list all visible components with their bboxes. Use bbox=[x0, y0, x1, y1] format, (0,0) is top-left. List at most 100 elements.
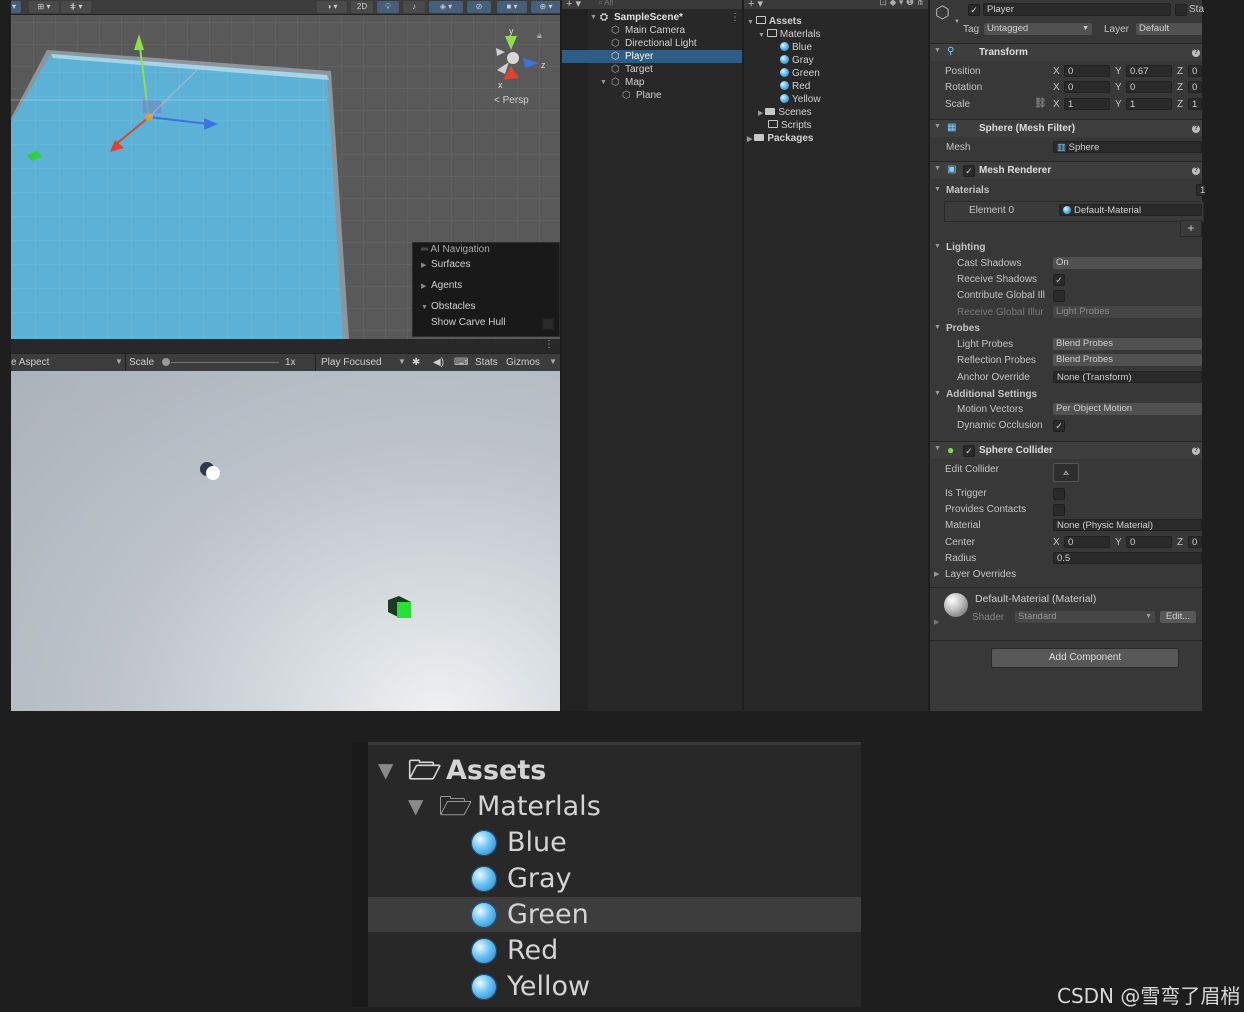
position-y-field[interactable]: 0.67 bbox=[1126, 65, 1172, 77]
aspect-dropdown[interactable]: e Aspect bbox=[11, 357, 49, 368]
zoom-materials-folder[interactable]: ▼ 🗁︎ Materlals bbox=[368, 789, 861, 824]
lighting-toggle-icon[interactable]: 💡︎ bbox=[377, 1, 399, 13]
add-component-button[interactable]: Add Component bbox=[991, 648, 1179, 668]
stats-button[interactable]: Stats bbox=[475, 357, 498, 368]
add-element-button[interactable]: + bbox=[1180, 220, 1202, 237]
scene-menu-icon[interactable]: ⋮ bbox=[730, 11, 740, 24]
view-options-dropdown[interactable]: ◑ ▾ bbox=[317, 1, 347, 13]
draw-mode-dropdown[interactable]: ⊞ ▾ bbox=[29, 1, 59, 13]
more-options-icon[interactable]: ⋮ bbox=[544, 339, 554, 350]
zoom-assets-folder[interactable]: ▼ 🗁︎ Assets bbox=[368, 753, 861, 788]
rotation-y-field[interactable]: 0 bbox=[1126, 81, 1172, 93]
scale-slider-handle[interactable] bbox=[162, 358, 170, 366]
gizmos-chevron-icon[interactable]: ▼ bbox=[549, 357, 557, 366]
audio-toggle-icon[interactable]: ♪ bbox=[403, 1, 425, 13]
position-z-field[interactable]: 0 bbox=[1188, 65, 1202, 77]
packages-folder[interactable]: ▶ Packages bbox=[747, 132, 813, 145]
additional-settings-foldout[interactable]: Additional Settings bbox=[946, 389, 1037, 400]
element0-field[interactable]: Default-Material bbox=[1059, 204, 1202, 216]
help-icon[interactable]: ? bbox=[1192, 447, 1200, 455]
zoom-material-gray[interactable]: Gray bbox=[368, 861, 861, 896]
active-checkbox[interactable]: ✓ bbox=[968, 4, 980, 16]
gizmos-dropdown-icon[interactable]: ⊕ ▾ bbox=[531, 1, 560, 13]
tool-button[interactable]: ▾ bbox=[11, 1, 21, 13]
edit-shader-button[interactable]: Edit... bbox=[1160, 611, 1196, 623]
static-checkbox[interactable] bbox=[1175, 4, 1187, 16]
2d-toggle[interactable]: 2D bbox=[351, 1, 373, 13]
gizmos-button[interactable]: Gizmos bbox=[506, 357, 540, 368]
scale-slider[interactable] bbox=[171, 362, 279, 363]
physic-material-field[interactable]: None (Physic Material) bbox=[1053, 519, 1202, 531]
center-y-field[interactable]: 0 bbox=[1126, 536, 1172, 548]
camera-dropdown-icon[interactable]: ■ ▾ bbox=[497, 1, 527, 13]
radius-field[interactable]: 0.5 bbox=[1053, 552, 1202, 564]
keyboard-icon[interactable]: ⌨ bbox=[454, 357, 468, 368]
sphere-collider-enabled-checkbox[interactable]: ✓ bbox=[963, 445, 975, 457]
scenes-folder[interactable]: ▶ Scenes bbox=[758, 106, 812, 119]
contribute-gi-checkbox[interactable] bbox=[1053, 290, 1065, 302]
material-blue[interactable]: Blue bbox=[780, 41, 812, 54]
cast-shadows-dropdown[interactable]: On bbox=[1053, 257, 1202, 269]
scale-z-field[interactable]: 1 bbox=[1188, 98, 1202, 110]
shader-dropdown[interactable]: Standard ▼ bbox=[1015, 611, 1155, 623]
motion-vectors-dropdown[interactable]: Per Object Motion bbox=[1053, 403, 1202, 415]
zoom-material-green[interactable]: Green bbox=[368, 897, 861, 932]
rotation-x-field[interactable]: 0 bbox=[1064, 81, 1110, 93]
mesh-filter-header[interactable]: ▼ ▦ Sphere (Mesh Filter) ? bbox=[930, 119, 1202, 137]
zoom-material-red[interactable]: Red bbox=[368, 933, 861, 968]
probes-foldout[interactable]: Probes bbox=[946, 323, 980, 334]
materials-folder[interactable]: ▼ Materlals bbox=[758, 28, 820, 41]
grid-dropdown[interactable]: ⋕ ▾ bbox=[61, 1, 91, 13]
anchor-override-field[interactable]: None (Transform) bbox=[1053, 371, 1202, 383]
zoom-material-blue[interactable]: Blue bbox=[368, 825, 861, 860]
show-carve-hull-checkbox[interactable] bbox=[542, 318, 554, 330]
bug-icon[interactable]: ✱ bbox=[412, 357, 420, 368]
dynamic-occlusion-checkbox[interactable]: ✓ bbox=[1053, 420, 1065, 432]
create-icon[interactable]: + ▾ bbox=[748, 0, 763, 10]
sphere-collider-header[interactable]: ▼ ● ✓ Sphere Collider ? bbox=[930, 441, 1202, 459]
material-gray[interactable]: Gray bbox=[780, 54, 814, 67]
play-focused-chevron-icon[interactable]: ▼ bbox=[398, 357, 406, 366]
ai-agents-item[interactable]: ▶ Agents bbox=[421, 280, 462, 291]
provides-contacts-checkbox[interactable] bbox=[1053, 504, 1065, 516]
hierarchy-item-target[interactable]: ⬡ Target bbox=[562, 63, 742, 76]
scene-root-row[interactable]: ▼ ⛭ SampleScene* ⋮ bbox=[562, 11, 742, 24]
object-name-field[interactable]: Player bbox=[983, 3, 1171, 16]
help-icon[interactable]: ? bbox=[1192, 49, 1200, 57]
tag-dropdown[interactable]: Untagged ▼ bbox=[984, 23, 1092, 35]
help-icon[interactable]: ? bbox=[1192, 167, 1200, 175]
scale-y-field[interactable]: 1 bbox=[1126, 98, 1172, 110]
material-yellow[interactable]: Yellow bbox=[780, 93, 821, 106]
mute-audio-icon[interactable]: ◀) bbox=[433, 357, 444, 368]
receive-shadows-checkbox[interactable]: ✓ bbox=[1053, 274, 1065, 286]
hidden-objects-icon[interactable]: ⊘ bbox=[467, 1, 491, 13]
reflection-probes-dropdown[interactable]: Blend Probes bbox=[1053, 354, 1202, 366]
materials-count-field[interactable]: 1 bbox=[1196, 184, 1206, 196]
icon-dropdown-icon[interactable]: ▼ bbox=[954, 19, 960, 25]
transform-header[interactable]: ▼ ⚲ Transform ? bbox=[930, 43, 1202, 61]
hierarchy-item-player[interactable]: ⬡ Player bbox=[562, 50, 742, 63]
mesh-renderer-header[interactable]: ▼ ▣ ✓ Mesh Renderer ? bbox=[930, 161, 1202, 179]
is-trigger-checkbox[interactable] bbox=[1053, 488, 1065, 500]
edit-collider-button-icon[interactable]: ⟑ bbox=[1053, 463, 1079, 482]
zoom-material-yellow[interactable]: Yellow bbox=[368, 969, 861, 1004]
mesh-renderer-enabled-checkbox[interactable]: ✓ bbox=[963, 165, 975, 177]
layer-overrides-foldout[interactable]: Layer Overrides bbox=[945, 569, 1016, 580]
hierarchy-item-map[interactable]: ▼ ⬡ Map bbox=[562, 76, 742, 89]
light-probes-dropdown[interactable]: Blend Probes bbox=[1053, 338, 1202, 350]
position-x-field[interactable]: 0 bbox=[1064, 65, 1110, 77]
project-toolbar-icons[interactable]: ⊡ ◆ ▾ ❶ ⋔ bbox=[879, 0, 924, 8]
hierarchy-item-main-camera[interactable]: ⬡ Main Camera bbox=[562, 24, 742, 37]
ai-surfaces-item[interactable]: ▶ Surfaces bbox=[421, 259, 470, 270]
material-green[interactable]: Green bbox=[780, 67, 820, 80]
center-z-field[interactable]: 0 bbox=[1188, 536, 1202, 548]
help-icon[interactable]: ? bbox=[1192, 125, 1200, 133]
scene-view[interactable]: y z x < Persp 🔒︎ ▾ ⊞ ▾ ⋕ ▾ ◑ ▾ 2D 💡︎ ♪ ◈… bbox=[11, 0, 560, 339]
play-focused-dropdown[interactable]: Play Focused bbox=[321, 357, 382, 368]
hierarchy-item-plane[interactable]: ⬡ Plane bbox=[562, 89, 742, 102]
mesh-field[interactable]: ▥ Sphere bbox=[1053, 141, 1202, 153]
lighting-foldout[interactable]: Lighting bbox=[946, 242, 985, 253]
scale-x-field[interactable]: 1 bbox=[1064, 98, 1110, 110]
center-x-field[interactable]: 0 bbox=[1064, 536, 1110, 548]
rotation-z-field[interactable]: 0 bbox=[1188, 81, 1202, 93]
